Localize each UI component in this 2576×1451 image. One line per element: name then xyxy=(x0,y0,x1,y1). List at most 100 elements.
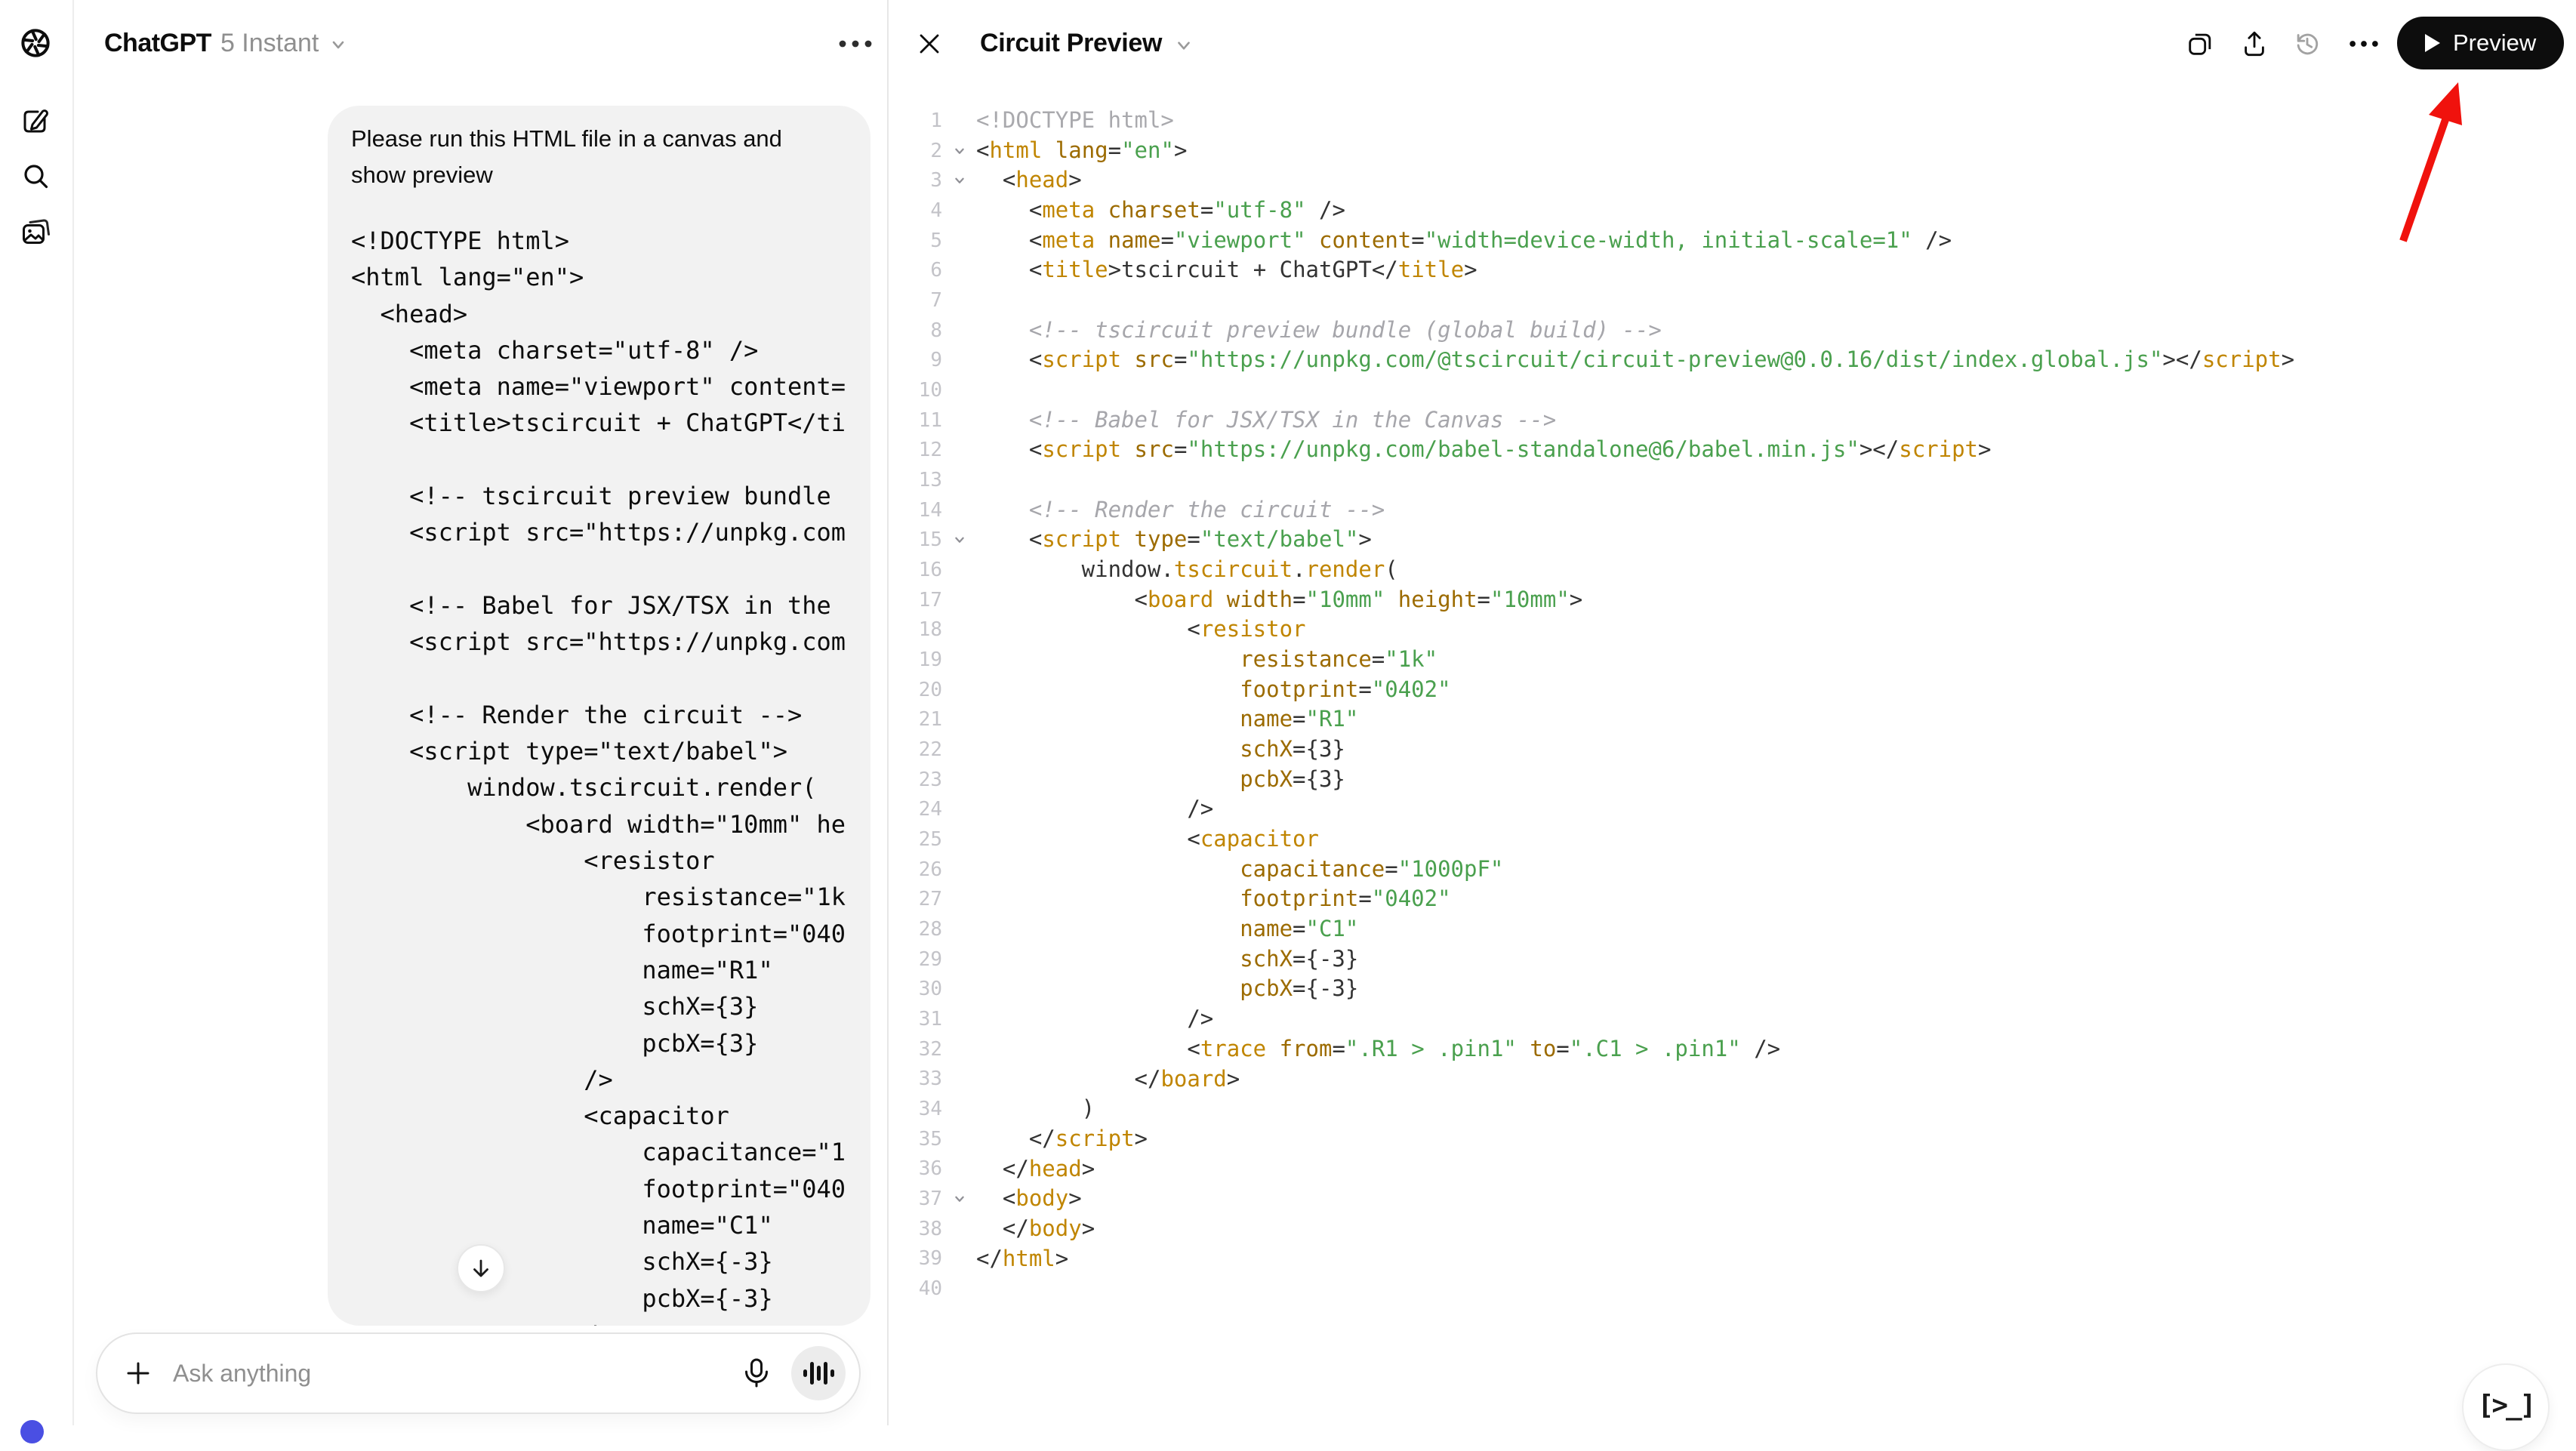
editor-line: 31 /> xyxy=(887,1004,2568,1034)
canvas-more-icon[interactable] xyxy=(2348,28,2380,60)
copy-icon[interactable] xyxy=(2184,28,2216,60)
line-number: 4 xyxy=(887,199,942,222)
message-code-line: name="R1" xyxy=(351,952,870,988)
line-number: 35 xyxy=(887,1128,942,1151)
attach-plus-icon[interactable] xyxy=(122,1357,155,1390)
message-code-line: / xyxy=(351,1317,870,1326)
microphone-icon[interactable] xyxy=(740,1357,773,1390)
line-number: 24 xyxy=(887,798,942,821)
message-code-line: capacitance="1 xyxy=(351,1134,870,1170)
editor-line: 39</html> xyxy=(887,1244,2568,1274)
terminal-icon: [>_] xyxy=(2478,1390,2534,1421)
line-number: 40 xyxy=(887,1277,942,1300)
editor-line: 9 <script src="https://unpkg.com/@tscirc… xyxy=(887,345,2568,375)
share-icon[interactable] xyxy=(2239,28,2270,60)
editor-code-text: <board width="10mm" height="10mm"> xyxy=(976,585,1582,615)
editor-line: 33 </board> xyxy=(887,1064,2568,1095)
message-code-line: schX={-3} xyxy=(351,1243,870,1280)
editor-line: 30 pcbX={-3} xyxy=(887,974,2568,1004)
editor-line: 5 <meta name="viewport" content="width=d… xyxy=(887,226,2568,256)
message-code-line: <title>tscircuit + ChatGPT</ti xyxy=(351,405,870,441)
editor-code-text: </board> xyxy=(976,1064,1240,1095)
message-code-line: <!-- Babel for JSX/TSX in the xyxy=(351,587,870,624)
chat-composer[interactable]: Ask anything xyxy=(96,1332,861,1414)
message-code-line: <head> xyxy=(351,296,870,332)
editor-line: 37 <body> xyxy=(887,1184,2568,1214)
line-number: 3 xyxy=(887,169,942,192)
code-editor[interactable]: 1<!DOCTYPE html>2<html lang="en">3 <head… xyxy=(887,106,2568,1304)
fold-chevron-icon[interactable] xyxy=(942,1191,976,1207)
preview-button[interactable]: Preview xyxy=(2397,17,2564,69)
fold-chevron-icon[interactable] xyxy=(942,172,976,189)
conversation-options-icon[interactable] xyxy=(834,30,877,57)
editor-line: 27 footprint="0402" xyxy=(887,884,2568,914)
new-chat-icon[interactable] xyxy=(18,103,53,138)
line-number: 34 xyxy=(887,1098,942,1120)
play-icon xyxy=(2425,34,2440,52)
line-number: 36 xyxy=(887,1157,942,1180)
message-code-line xyxy=(351,551,870,587)
editor-line: 6 <title>tscircuit + ChatGPT</title> xyxy=(887,255,2568,285)
history-icon[interactable] xyxy=(2291,28,2323,60)
line-number: 2 xyxy=(887,140,942,162)
canvas-title-dropdown[interactable]: Circuit Preview xyxy=(980,27,1194,59)
message-code-line: <script type="text/babel"> xyxy=(351,733,870,769)
editor-line: 40 xyxy=(887,1274,2568,1304)
line-number: 6 xyxy=(887,259,942,282)
voice-mode-button[interactable] xyxy=(791,1346,846,1400)
scroll-to-bottom-button[interactable] xyxy=(457,1244,505,1292)
message-prose-line: show preview xyxy=(351,157,870,193)
line-number: 5 xyxy=(887,230,942,252)
message-prose-line: Please run this HTML file in a canvas an… xyxy=(351,121,870,157)
chevron-down-icon xyxy=(329,35,347,54)
fold-chevron-icon[interactable] xyxy=(942,531,976,548)
message-code-line: <script src="https://unpkg.com xyxy=(351,624,870,660)
editor-code-text: pcbX={3} xyxy=(976,765,1345,795)
editor-line: 7 xyxy=(887,285,2568,316)
account-avatar[interactable] xyxy=(20,1420,44,1443)
chevron-down-icon xyxy=(1174,35,1194,55)
editor-code-text: name="R1" xyxy=(976,704,1358,735)
editor-code-text: </html> xyxy=(976,1244,1068,1274)
editor-line: 3 <head> xyxy=(887,165,2568,196)
editor-code-text: pcbX={-3} xyxy=(976,974,1358,1004)
editor-line: 4 <meta charset="utf-8" /> xyxy=(887,196,2568,226)
model-switcher[interactable]: ChatGPT 5 Instant xyxy=(104,26,347,60)
editor-line: 25 <capacitor xyxy=(887,824,2568,855)
search-icon[interactable] xyxy=(18,159,53,193)
line-number: 17 xyxy=(887,589,942,612)
editor-code-text: <!-- Render the circuit --> xyxy=(976,495,1385,525)
close-canvas-icon[interactable] xyxy=(915,29,944,58)
line-number: 30 xyxy=(887,978,942,1000)
line-number: 29 xyxy=(887,948,942,971)
message-code-line: window.tscircuit.render( xyxy=(351,769,870,806)
message-code-line: <capacitor xyxy=(351,1098,870,1134)
openai-logo[interactable] xyxy=(18,26,53,60)
line-number: 15 xyxy=(887,528,942,551)
editor-code-text: <head> xyxy=(976,165,1082,196)
message-code-line xyxy=(351,442,870,478)
editor-code-text: <body> xyxy=(976,1184,1082,1214)
console-button[interactable]: [>_] xyxy=(2462,1363,2550,1451)
editor-code-text: capacitance="1000pF" xyxy=(976,855,1503,885)
fold-chevron-icon[interactable] xyxy=(942,143,976,159)
editor-code-text: <meta charset="utf-8" /> xyxy=(976,196,1345,226)
line-number: 37 xyxy=(887,1188,942,1210)
message-code-line: resistance="1k xyxy=(351,879,870,915)
editor-line: 1<!DOCTYPE html> xyxy=(887,106,2568,136)
message-code-line: <html lang="en"> xyxy=(351,259,870,295)
editor-line: 14 <!-- Render the circuit --> xyxy=(887,495,2568,525)
editor-code-text: /> xyxy=(976,794,1213,824)
editor-line: 16 window.tscircuit.render( xyxy=(887,555,2568,585)
message-input[interactable]: Ask anything xyxy=(173,1360,740,1388)
library-icon[interactable] xyxy=(18,214,53,249)
message-code-line: name="C1" xyxy=(351,1207,870,1243)
line-number: 16 xyxy=(887,559,942,581)
message-code-line xyxy=(351,661,870,697)
line-number: 10 xyxy=(887,379,942,402)
editor-line: 2<html lang="en"> xyxy=(887,136,2568,166)
line-number: 31 xyxy=(887,1008,942,1030)
editor-line: 38 </body> xyxy=(887,1214,2568,1244)
editor-code-text: <script src="https://unpkg.com/babel-sta… xyxy=(976,435,1991,465)
user-message-code: <!DOCTYPE html><html lang="en"> <head> <… xyxy=(351,223,870,1326)
